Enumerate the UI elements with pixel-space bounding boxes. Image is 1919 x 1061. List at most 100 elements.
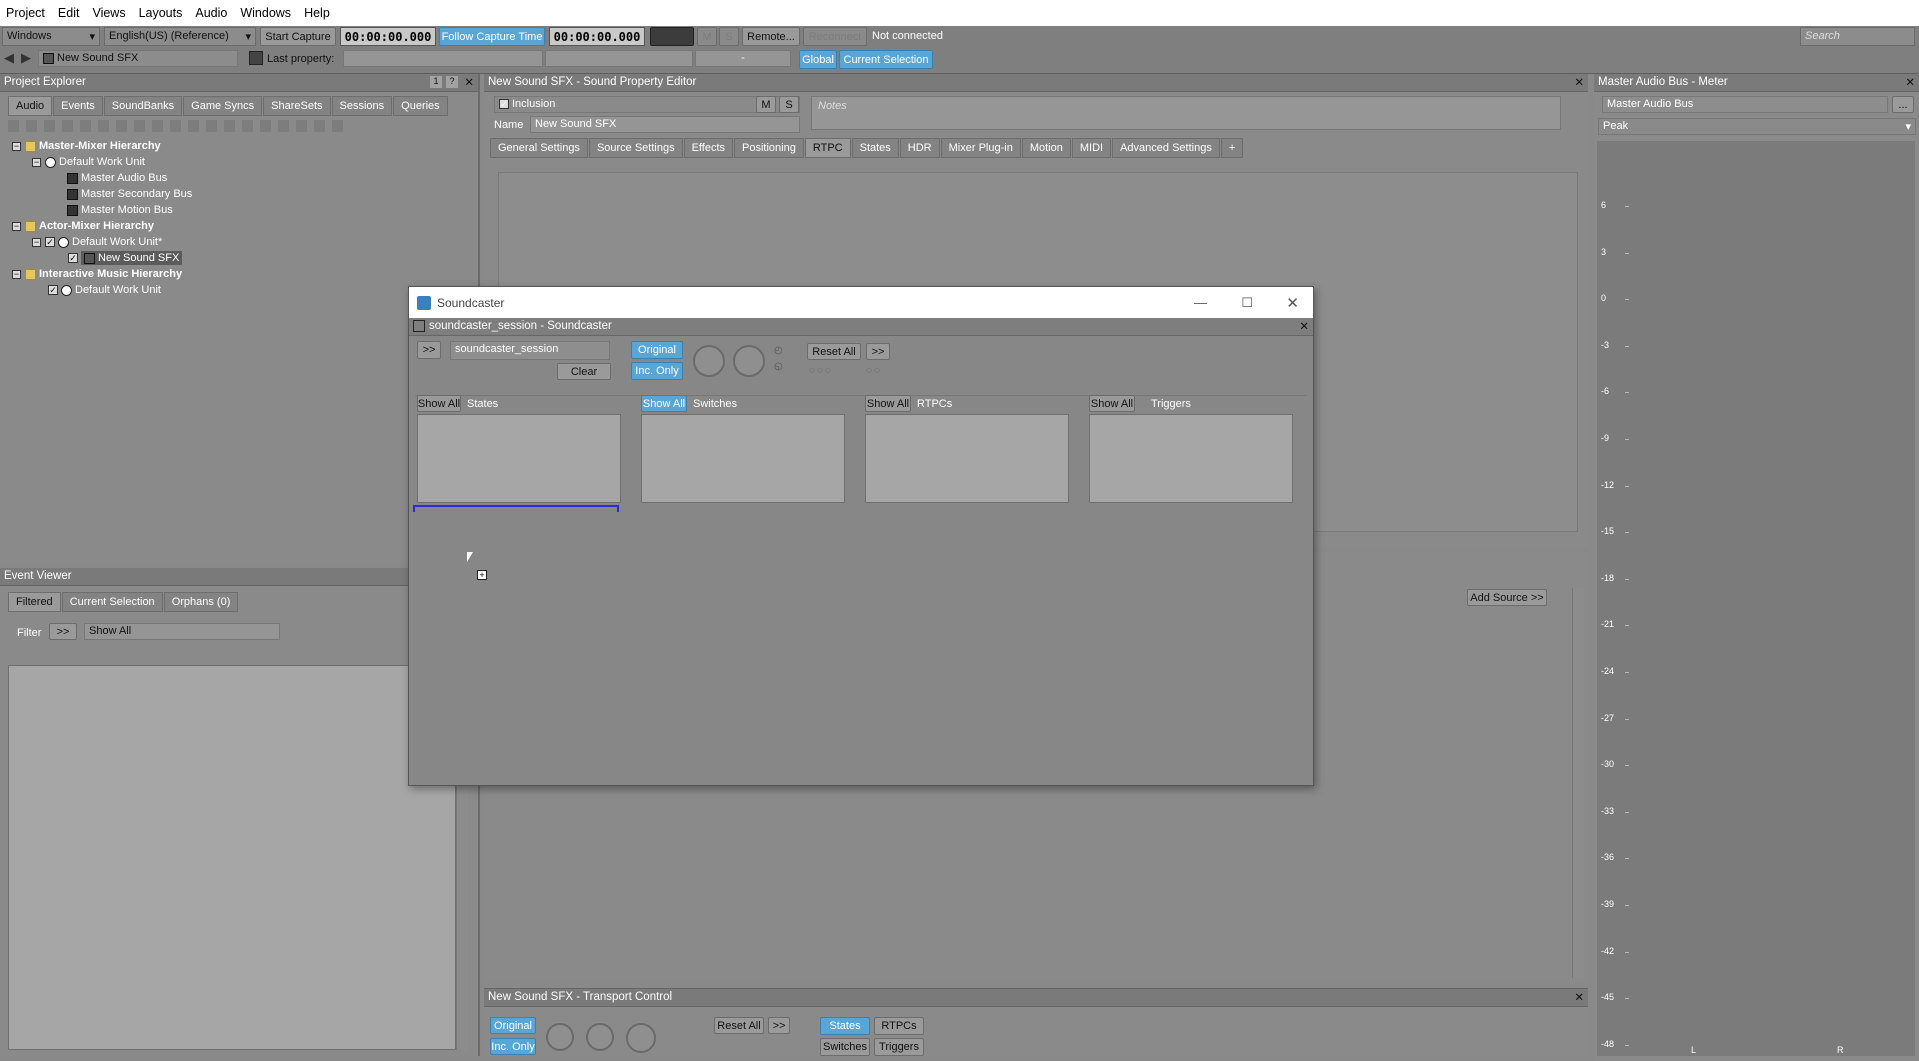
close-icon[interactable]: ✕ bbox=[1574, 990, 1584, 1004]
tab-motion[interactable]: Motion bbox=[1021, 138, 1071, 158]
filter-field[interactable]: Show All bbox=[84, 623, 280, 640]
menu-views[interactable]: Views bbox=[92, 6, 125, 20]
play-icon[interactable] bbox=[626, 1023, 656, 1053]
rtpcs-list[interactable] bbox=[865, 414, 1069, 503]
current-selection-button[interactable]: Current Selection bbox=[839, 50, 933, 69]
menu-edit[interactable]: Edit bbox=[58, 6, 80, 20]
minimize-icon[interactable]: — bbox=[1194, 295, 1207, 310]
tree-item[interactable]: ✓ Default Work Unit bbox=[12, 282, 472, 298]
close-icon[interactable]: ✕ bbox=[464, 75, 474, 89]
loop-icon[interactable]: ◴ bbox=[774, 345, 783, 356]
collapse-icon[interactable]: − bbox=[12, 221, 21, 231]
tab-audio[interactable]: Audio bbox=[8, 96, 53, 116]
stop-icon[interactable] bbox=[546, 1023, 574, 1051]
tab-hdr[interactable]: HDR bbox=[899, 138, 940, 158]
collapse-icon[interactable]: − bbox=[12, 269, 21, 279]
tab-current-selection[interactable]: Current Selection bbox=[61, 592, 163, 612]
session-name-field[interactable]: soundcaster_session bbox=[450, 341, 610, 360]
tree-item[interactable]: − Default Work Unit bbox=[12, 154, 472, 170]
transport-switches-button[interactable]: Switches bbox=[820, 1038, 870, 1056]
search-input[interactable]: Search bbox=[1800, 27, 1915, 46]
help-button[interactable]: ? bbox=[446, 76, 458, 88]
tree-item[interactable]: − Master-Mixer Hierarchy bbox=[12, 138, 472, 154]
refresh-icon[interactable]: ◵ bbox=[774, 361, 783, 372]
scrollbar[interactable] bbox=[1572, 588, 1584, 978]
switches-list[interactable] bbox=[641, 414, 845, 503]
menu-help[interactable]: Help bbox=[304, 6, 330, 20]
switches-show-all-button[interactable]: Show All bbox=[641, 395, 687, 412]
layout-combo[interactable]: Windows ▾ bbox=[2, 27, 100, 46]
solo-capture-button[interactable]: S bbox=[719, 27, 739, 46]
tree-item[interactable]: ✓ New Sound SFX bbox=[12, 250, 472, 266]
collapse-icon[interactable]: − bbox=[12, 141, 21, 151]
tab-add[interactable]: + bbox=[1220, 138, 1244, 158]
menu-layouts[interactable]: Layouts bbox=[139, 6, 183, 20]
transport-original-button[interactable]: Original bbox=[490, 1017, 536, 1034]
clear-button[interactable]: Clear bbox=[557, 363, 611, 380]
tab-general-settings[interactable]: General Settings bbox=[490, 138, 588, 158]
meter-mode-combo[interactable]: Peak ▾ bbox=[1598, 118, 1916, 135]
last-property-value[interactable] bbox=[545, 50, 693, 67]
tab-rtpc[interactable]: RTPC bbox=[804, 138, 851, 158]
original-button[interactable]: Original bbox=[631, 341, 683, 359]
solo-button[interactable]: S bbox=[779, 96, 799, 113]
pause-icon[interactable] bbox=[586, 1023, 614, 1051]
selected-object-field[interactable]: New Sound SFX bbox=[38, 50, 238, 67]
remote-button[interactable]: Remote... bbox=[742, 27, 800, 46]
close-icon[interactable]: ✕ bbox=[1574, 75, 1584, 89]
transport-reset-all-button[interactable]: Reset All bbox=[714, 1017, 764, 1034]
filter-expand-button[interactable]: >> bbox=[49, 623, 77, 640]
last-property-field[interactable] bbox=[343, 50, 543, 67]
states-list[interactable] bbox=[417, 414, 621, 503]
transport-inc-only-button[interactable]: Inc. Only bbox=[490, 1038, 536, 1055]
last-property-step[interactable]: - bbox=[695, 50, 791, 67]
tree-item[interactable]: − ✓ Default Work Unit* bbox=[12, 234, 472, 250]
session-expand-button[interactable]: >> bbox=[417, 341, 441, 359]
rtpcs-show-all-button[interactable]: Show All bbox=[865, 395, 911, 412]
meter-more-button[interactable]: ... bbox=[1892, 96, 1914, 113]
start-capture-button[interactable]: Start Capture bbox=[260, 27, 336, 46]
checkbox-icon[interactable]: ✓ bbox=[68, 253, 78, 264]
tab-orphans[interactable]: Orphans (0) bbox=[163, 592, 239, 612]
pin-number[interactable]: 1 bbox=[430, 76, 442, 88]
meter-bus-field[interactable]: Master Audio Bus bbox=[1602, 96, 1888, 113]
collapse-icon[interactable]: − bbox=[32, 237, 41, 247]
tab-midi[interactable]: MIDI bbox=[1071, 138, 1112, 158]
mute-capture-button[interactable]: M bbox=[697, 27, 717, 46]
close-icon[interactable]: ✕ bbox=[1299, 319, 1309, 333]
tab-source-settings[interactable]: Source Settings bbox=[588, 138, 683, 158]
tree-item[interactable]: Master Audio Bus bbox=[12, 170, 472, 186]
triggers-show-all-button[interactable]: Show All bbox=[1089, 395, 1135, 412]
tree-item[interactable]: − Actor-Mixer Hierarchy bbox=[12, 218, 472, 234]
global-button[interactable]: Global bbox=[799, 50, 837, 69]
more-button[interactable]: >> bbox=[866, 343, 890, 360]
tab-queries[interactable]: Queries bbox=[393, 96, 448, 116]
tree-item[interactable]: − Interactive Music Hierarchy bbox=[12, 266, 472, 282]
tree-item[interactable]: Master Motion Bus bbox=[12, 202, 472, 218]
tab-positioning[interactable]: Positioning bbox=[734, 138, 804, 158]
tab-states[interactable]: States bbox=[851, 138, 899, 158]
language-combo[interactable]: English(US) (Reference) ▾ bbox=[104, 27, 256, 46]
mute-button[interactable]: M bbox=[756, 96, 776, 113]
transport-states-button[interactable]: States bbox=[820, 1017, 870, 1035]
pause-icon[interactable] bbox=[733, 345, 765, 377]
inc-only-button[interactable]: Inc. Only bbox=[631, 362, 683, 380]
tab-events[interactable]: Events bbox=[53, 96, 103, 116]
transport-more-button[interactable]: >> bbox=[768, 1017, 790, 1034]
inclusion-checkbox[interactable]: ✓ bbox=[499, 99, 509, 110]
menu-audio[interactable]: Audio bbox=[195, 6, 227, 20]
reset-all-button[interactable]: Reset All bbox=[807, 343, 861, 360]
close-icon[interactable]: ✕ bbox=[1905, 75, 1915, 89]
tab-sessions[interactable]: Sessions bbox=[331, 96, 393, 116]
tab-filtered[interactable]: Filtered bbox=[8, 592, 61, 612]
notes-field[interactable]: Notes bbox=[811, 96, 1561, 130]
checkbox-icon[interactable]: ✓ bbox=[48, 285, 58, 296]
checkbox-icon[interactable]: ✓ bbox=[45, 237, 55, 248]
collapse-icon[interactable]: − bbox=[32, 157, 41, 167]
tab-advanced-settings[interactable]: Advanced Settings bbox=[1112, 138, 1220, 158]
add-source-button[interactable]: Add Source >> bbox=[1467, 589, 1547, 606]
menu-project[interactable]: Project bbox=[6, 6, 45, 20]
tab-sharesets[interactable]: ShareSets bbox=[263, 96, 331, 116]
maximize-icon[interactable]: ☐ bbox=[1241, 295, 1253, 311]
event-list[interactable] bbox=[8, 665, 456, 1050]
